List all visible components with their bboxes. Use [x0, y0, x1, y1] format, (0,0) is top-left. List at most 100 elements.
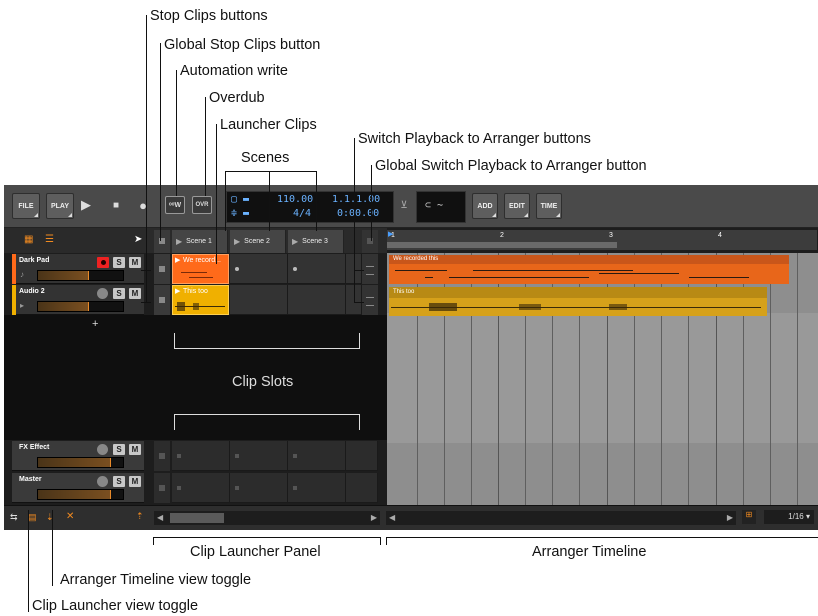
edit-menu-button[interactable]: EDIT	[504, 193, 530, 219]
arranger-view-toggle-icon[interactable]: ▤	[28, 512, 37, 523]
global-stop-clips-button[interactable]	[154, 230, 170, 253]
arranger-toggle-icon[interactable]: ☰	[45, 234, 57, 246]
callout-global-stop: Global Stop Clips button	[164, 37, 321, 53]
switch-to-arranger-button-audio-2[interactable]	[362, 285, 378, 315]
stop-clips-button-dark-pad[interactable]	[154, 254, 170, 284]
solo-button[interactable]: S	[113, 444, 125, 455]
scene-1-button[interactable]: ▶ Scene 1	[172, 230, 228, 253]
record-arm-button[interactable]	[97, 476, 108, 487]
clip-slot[interactable]	[288, 473, 346, 503]
snap-icon[interactable]: ⊞	[742, 510, 756, 524]
volume-slider[interactable]	[37, 457, 124, 468]
clip-slot[interactable]	[288, 254, 346, 284]
clip-slot[interactable]	[288, 441, 346, 471]
clip-slot[interactable]	[346, 473, 378, 503]
stop-clips-button-master[interactable]	[154, 473, 170, 503]
groove-display: ⊂ ∼	[416, 191, 466, 223]
automation-write-icon: ᵒᵒW	[168, 201, 182, 209]
record-icon[interactable]: ●	[136, 193, 150, 217]
global-switch-to-arranger-button[interactable]	[362, 230, 378, 253]
track-header-dark-pad[interactable]: Dark Pad S M ♪	[12, 254, 144, 284]
callout-automation-write: Automation write	[180, 63, 288, 79]
arranger-clip-dark-pad[interactable]: We recorded this	[389, 255, 789, 284]
launcher-clip-dark-pad[interactable]: ▶ We record...	[172, 254, 229, 284]
stop-icon[interactable]: ■	[108, 193, 124, 217]
volume-slider[interactable]	[37, 270, 124, 281]
clip-launcher-view-toggle-icon[interactable]: ⇆	[10, 512, 18, 523]
mute-button[interactable]: M	[129, 444, 141, 455]
play-menu-button[interactable]: PLAY	[46, 193, 74, 219]
clip-slot[interactable]	[288, 285, 346, 315]
arranger-clip-audio-2[interactable]: This too	[389, 287, 767, 316]
arranger-clip-label: We recorded this	[393, 256, 439, 262]
record-arm-button[interactable]	[97, 288, 108, 299]
overdub-button[interactable]: OVR	[192, 196, 212, 214]
add-menu-button[interactable]: ADD	[472, 193, 498, 219]
switch-to-arranger-button-dark-pad[interactable]	[362, 254, 378, 284]
callout-stop-clips: Stop Clips buttons	[150, 8, 268, 24]
file-menu-button[interactable]: FILE	[12, 193, 40, 219]
clip-slot[interactable]	[230, 473, 288, 503]
tempo-display[interactable]: 110.00	[277, 194, 313, 205]
monitor-icon[interactable]: ▸	[20, 301, 24, 310]
volume-slider[interactable]	[37, 489, 124, 500]
clip-slot[interactable]	[346, 441, 378, 471]
bitwig-window: FILE PLAY ▶ ■ ● ᵒᵒW OVR ▢ ▬ ≑ ▬ 110.00 4…	[4, 185, 818, 530]
scene-3-button[interactable]: ▶ Scene 3	[288, 230, 344, 253]
scene-2-label: Scene 2	[244, 238, 270, 245]
play-icon[interactable]: ▶	[78, 193, 94, 217]
launcher-scrollbar[interactable]: ◀ ▶	[154, 511, 380, 525]
arranger-clip-label: This too	[393, 289, 415, 295]
record-arm-button[interactable]	[97, 257, 109, 268]
automation-write-button[interactable]: ᵒᵒW	[165, 196, 185, 214]
clip-slot[interactable]	[230, 441, 288, 471]
arranger-ruler[interactable]: 1 2 3 4 ▶	[387, 230, 817, 250]
toolbar: FILE PLAY ▶ ■ ● ᵒᵒW OVR ▢ ▬ ≑ ▬ 110.00 4…	[4, 185, 818, 228]
empty-launcher-area	[4, 315, 387, 440]
add-track-icon[interactable]: +	[92, 318, 98, 330]
monitor-icon[interactable]: ♪	[20, 270, 24, 279]
clip-slot[interactable]	[172, 441, 230, 471]
clip-launcher-toggle-icon[interactable]: ▦	[24, 234, 36, 246]
track-header-audio-2[interactable]: Audio 2 S M ▸	[12, 285, 144, 315]
clip-slot[interactable]	[172, 473, 230, 503]
clip-slot[interactable]	[230, 285, 288, 315]
overview-icon[interactable]: ⇡	[136, 511, 144, 522]
mute-button[interactable]: M	[129, 288, 141, 299]
track-header-fx[interactable]: FX Effect S M	[12, 441, 144, 471]
solo-button[interactable]: S	[113, 288, 125, 299]
callout-scenes: Scenes	[241, 150, 290, 166]
callout-global-switch: Global Switch Playback to Arranger butto…	[375, 158, 647, 174]
signature-display[interactable]: 4/4	[293, 208, 311, 219]
stop-clips-button-audio-2[interactable]	[154, 285, 170, 315]
playhead-marker-icon[interactable]: ▶	[388, 230, 393, 238]
position-display: 1.1.1.00	[332, 194, 381, 205]
launcher-clip-audio-2[interactable]: ▶ This too	[172, 285, 229, 315]
callout-switch-playback: Switch Playback to Arranger buttons	[358, 131, 591, 147]
loop-shape-icon: ⊂ ∼	[425, 200, 444, 211]
grid-resolution-select[interactable]: 1/16 ▾	[764, 510, 814, 524]
mute-button[interactable]: M	[129, 257, 141, 268]
arranger-scrollbar[interactable]: ◀ ▶	[386, 511, 736, 525]
callout-arranger-timeline: Arranger Timeline	[532, 544, 647, 560]
track-name: FX Effect	[19, 444, 50, 451]
callout-overdub: Overdub	[209, 90, 265, 106]
solo-button[interactable]: S	[113, 476, 125, 487]
track-name: Master	[19, 476, 42, 483]
track-header-master[interactable]: Master S M	[12, 473, 144, 503]
volume-slider[interactable]	[37, 301, 124, 312]
transport-display: ▢ ▬ ≑ ▬ 110.00 4/4 1.1.1.00 0:00.00	[226, 191, 394, 223]
solo-button[interactable]: S	[113, 257, 125, 268]
stop-clips-button-fx[interactable]	[154, 441, 170, 471]
record-arm-button[interactable]	[97, 444, 108, 455]
callout-clip-launcher-toggle: Clip Launcher view toggle	[32, 598, 199, 614]
scene-2-button[interactable]: ▶ Scene 2	[230, 230, 286, 253]
mute-button[interactable]: M	[129, 476, 141, 487]
close-icon[interactable]: ✕	[66, 511, 74, 522]
loop-region[interactable]	[387, 242, 617, 248]
pointer-tool-icon[interactable]: ➤	[134, 234, 142, 245]
punch-icon[interactable]: ⊻	[396, 193, 412, 217]
time-menu-button[interactable]: TIME	[536, 193, 562, 219]
callout-arranger-toggle: Arranger Timeline view toggle	[60, 572, 252, 588]
clip-slot[interactable]	[230, 254, 288, 284]
